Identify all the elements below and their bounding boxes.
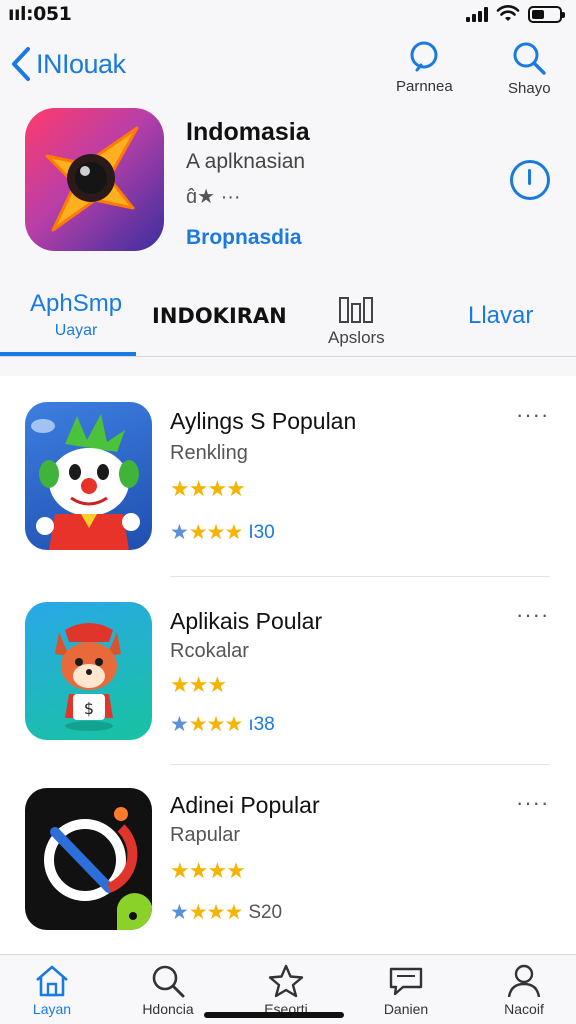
tab-apslors[interactable]: Apslors xyxy=(328,296,385,348)
tabbar-label: Nacoif xyxy=(504,1001,544,1017)
battery-icon xyxy=(528,5,565,23)
app-developer-link[interactable]: Bropnasdia xyxy=(186,226,302,250)
app-category: Rapular xyxy=(170,824,241,846)
more-options-button[interactable]: ···· xyxy=(516,790,549,816)
star-icon xyxy=(268,964,304,998)
tab-indokiran[interactable]: INDOKIRAN xyxy=(152,304,287,328)
favorite-label: Parnnea xyxy=(396,78,453,95)
tabbar-label: Danien xyxy=(383,1001,429,1017)
search-icon xyxy=(152,965,185,998)
back-button[interactable]: INIouak xyxy=(10,46,126,82)
list-item[interactable]: Aylings S Populan Renkling ★★★★ ★ ★★★ I3… xyxy=(0,376,576,577)
tab-sublabel: Uayar xyxy=(54,322,98,339)
rating-count-row: ★ ★★★ S20 xyxy=(170,900,282,925)
back-label: INIouak xyxy=(36,48,126,79)
divider xyxy=(0,356,576,357)
more-options-button[interactable]: ···· xyxy=(516,402,549,428)
svg-text:$: $ xyxy=(84,699,94,718)
app-title: Adinei Popular xyxy=(170,792,320,818)
rating-count-row: ★ ★★★ ı38 xyxy=(170,712,275,737)
app-category: Rcokalar xyxy=(170,640,249,662)
app-icon xyxy=(25,788,152,930)
home-icon xyxy=(36,965,68,997)
app-header: Indomasia A aplknasian ɑ̂★ ··· Bropnasdi… xyxy=(0,108,576,258)
star-icon: ★ xyxy=(170,713,189,736)
tab-label: Apslors xyxy=(328,328,385,347)
list-item[interactable]: Adinei Popular Rapular ★★★★ ★ ★★★ S20 ··… xyxy=(0,764,576,954)
tabbar-label: Hdoncia xyxy=(142,1001,194,1017)
tabbar-item-account[interactable]: Nacoif xyxy=(474,963,574,1017)
rating-stars: ★★★ xyxy=(188,713,243,736)
tab-label: AphSmp xyxy=(30,290,123,317)
status-bar: ııl:051 xyxy=(0,0,576,28)
nav-bar: INIouak Parnnea Shayo xyxy=(0,40,576,100)
rating-count: I30 xyxy=(248,521,275,543)
camera-star-logo-icon xyxy=(45,126,139,232)
tabbar-label: Layan xyxy=(32,1001,72,1017)
tab-label: Llavar xyxy=(468,302,534,329)
person-icon xyxy=(507,964,541,998)
app-icon[interactable] xyxy=(25,108,164,251)
search-label: Shayo xyxy=(508,80,551,97)
search-button[interactable]: Shayo xyxy=(508,40,551,97)
segment-tabs: AphSmp Uayar INDOKIRAN Apslors Llavar xyxy=(0,290,576,358)
search-icon xyxy=(513,42,546,75)
tab-llavar[interactable]: Llavar xyxy=(468,302,533,330)
signal-icon xyxy=(466,6,488,22)
rating-count-row: ★ ★★★ I30 xyxy=(170,520,275,545)
fox-mascot-icon: $ xyxy=(55,623,121,731)
tabbar-item-home[interactable]: Layan xyxy=(2,963,102,1017)
app-icon: $ xyxy=(25,602,152,740)
home-indicator xyxy=(204,1012,344,1018)
favorite-button[interactable]: Parnnea xyxy=(396,40,453,95)
app-title: Aplikais Poular xyxy=(170,608,323,634)
star-rating: ★★★ xyxy=(170,672,227,697)
rating-stars: ★★★ xyxy=(188,901,243,924)
status-time: ııl:051 xyxy=(8,3,72,25)
app-rating: ɑ̂★ ··· xyxy=(186,186,241,208)
heart-outline-icon xyxy=(410,41,438,72)
app-list: Aylings S Populan Renkling ★★★★ ★ ★★★ I3… xyxy=(0,376,576,954)
download-button[interactable] xyxy=(510,160,550,200)
tab-apps[interactable]: AphSmp Uayar xyxy=(30,290,122,340)
tabbar-item-messages[interactable]: Danien xyxy=(356,963,456,1017)
rating-count: S20 xyxy=(248,901,283,923)
star-rating: ★★★★ xyxy=(170,858,246,883)
status-icons xyxy=(466,5,565,23)
star-icon: ★ xyxy=(170,901,189,924)
app-title: Indomasia xyxy=(186,118,310,146)
wifi-icon xyxy=(496,5,520,21)
rating-stars: ★★★ xyxy=(188,521,243,544)
app-title: Aylings S Populan xyxy=(170,408,357,434)
more-options-button[interactable]: ···· xyxy=(516,602,549,628)
compass-logo-icon xyxy=(44,807,152,930)
tabbar-item-featured[interactable]: Eseorti xyxy=(236,963,336,1017)
chat-icon xyxy=(389,967,423,996)
app-subtitle: A aplknasian xyxy=(186,150,306,173)
star-icon: ★ xyxy=(170,521,189,544)
app-grid-icon xyxy=(339,297,374,323)
tab-label: INDOKIRAN xyxy=(152,304,287,328)
chevron-left-icon xyxy=(12,47,30,81)
app-icon xyxy=(25,402,152,550)
star-rating: ★★★★ xyxy=(170,476,246,501)
clown-mascot-icon xyxy=(31,414,140,550)
rating-count: ı38 xyxy=(248,713,275,735)
list-item[interactable]: $ Aplikais Poular Rcokalar ★★★ ★ ★★★ ı38… xyxy=(0,576,576,766)
app-category: Renkling xyxy=(170,442,248,464)
tabbar-item-search[interactable]: Hdoncia xyxy=(118,963,218,1017)
